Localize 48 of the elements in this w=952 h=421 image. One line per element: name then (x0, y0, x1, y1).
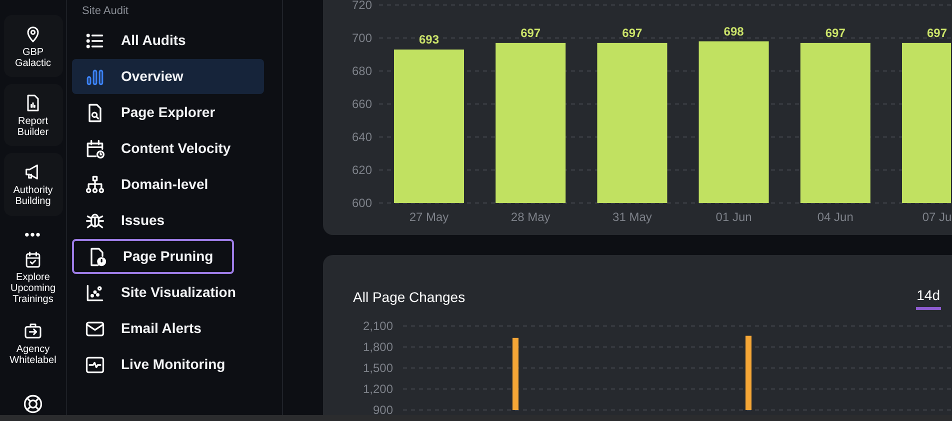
axis-label: 700 (352, 31, 372, 45)
rail-button[interactable]: GBP Galactic (4, 15, 62, 78)
data-label: 697 (926, 26, 948, 40)
data-label: 697 (825, 26, 846, 40)
axis-label: 01 Jun (716, 210, 752, 224)
data-label: 698 (724, 24, 744, 38)
axis-label: 600 (352, 196, 372, 210)
rail-button[interactable]: Agency Whitelabel (4, 314, 62, 372)
data-label: 697 (520, 26, 541, 40)
nav-item[interactable]: Live Monitoring (72, 347, 264, 382)
axis-label: 620 (352, 163, 372, 177)
range-tab[interactable]: 14d (916, 287, 941, 310)
axis-label: 1,800 (362, 340, 393, 354)
data-label: 693 (418, 32, 440, 47)
axis-label: 31 May (612, 210, 652, 224)
chart-title: All Page Changes (353, 288, 466, 307)
more-icon[interactable]: ••• (24, 228, 42, 241)
calendar-check-icon (23, 250, 43, 270)
axis-label: 660 (352, 97, 372, 111)
nav-item[interactable]: Page Explorer (72, 95, 264, 130)
nav-item[interactable]: Email Alerts (72, 311, 264, 346)
axis-label: 07 Ju (922, 210, 951, 224)
nav-item[interactable]: All Audits (72, 23, 264, 58)
calendar-clock-icon (84, 138, 106, 160)
nav-item[interactable]: Domain-level (72, 167, 264, 202)
nav-item[interactable]: Overview (72, 59, 264, 94)
nav-item[interactable]: Site Visualization (72, 275, 264, 310)
rail-button[interactable]: Report Builder (4, 84, 62, 146)
data-label: 697 (622, 26, 642, 40)
lifebuoy-icon[interactable] (22, 393, 44, 416)
nav-item[interactable]: Page Pruning (72, 239, 234, 274)
section-heading: Site Audit (81, 4, 130, 19)
nav-item[interactable]: Content Velocity (72, 131, 264, 166)
axis-label: 720 (352, 0, 372, 12)
briefcase-arrow-icon (23, 320, 43, 341)
rail-button[interactable]: Explore Upcoming Trainings (4, 248, 62, 308)
nav-item[interactable]: Issues (72, 203, 264, 238)
axis-label: 04 Jun (817, 210, 854, 224)
axis-label: 27 May (409, 210, 449, 224)
axis-label: 680 (352, 64, 372, 78)
axis-label: 1,500 (362, 361, 393, 375)
axis-label: 1,200 (362, 382, 393, 396)
axis-label: 640 (352, 130, 372, 144)
rail-button[interactable]: Authority Building (4, 153, 62, 216)
axis-label: 900 (372, 403, 393, 415)
axis-label: 28 May (510, 210, 550, 224)
hierarchy-icon (84, 174, 106, 196)
axis-label: 2,100 (362, 319, 393, 333)
